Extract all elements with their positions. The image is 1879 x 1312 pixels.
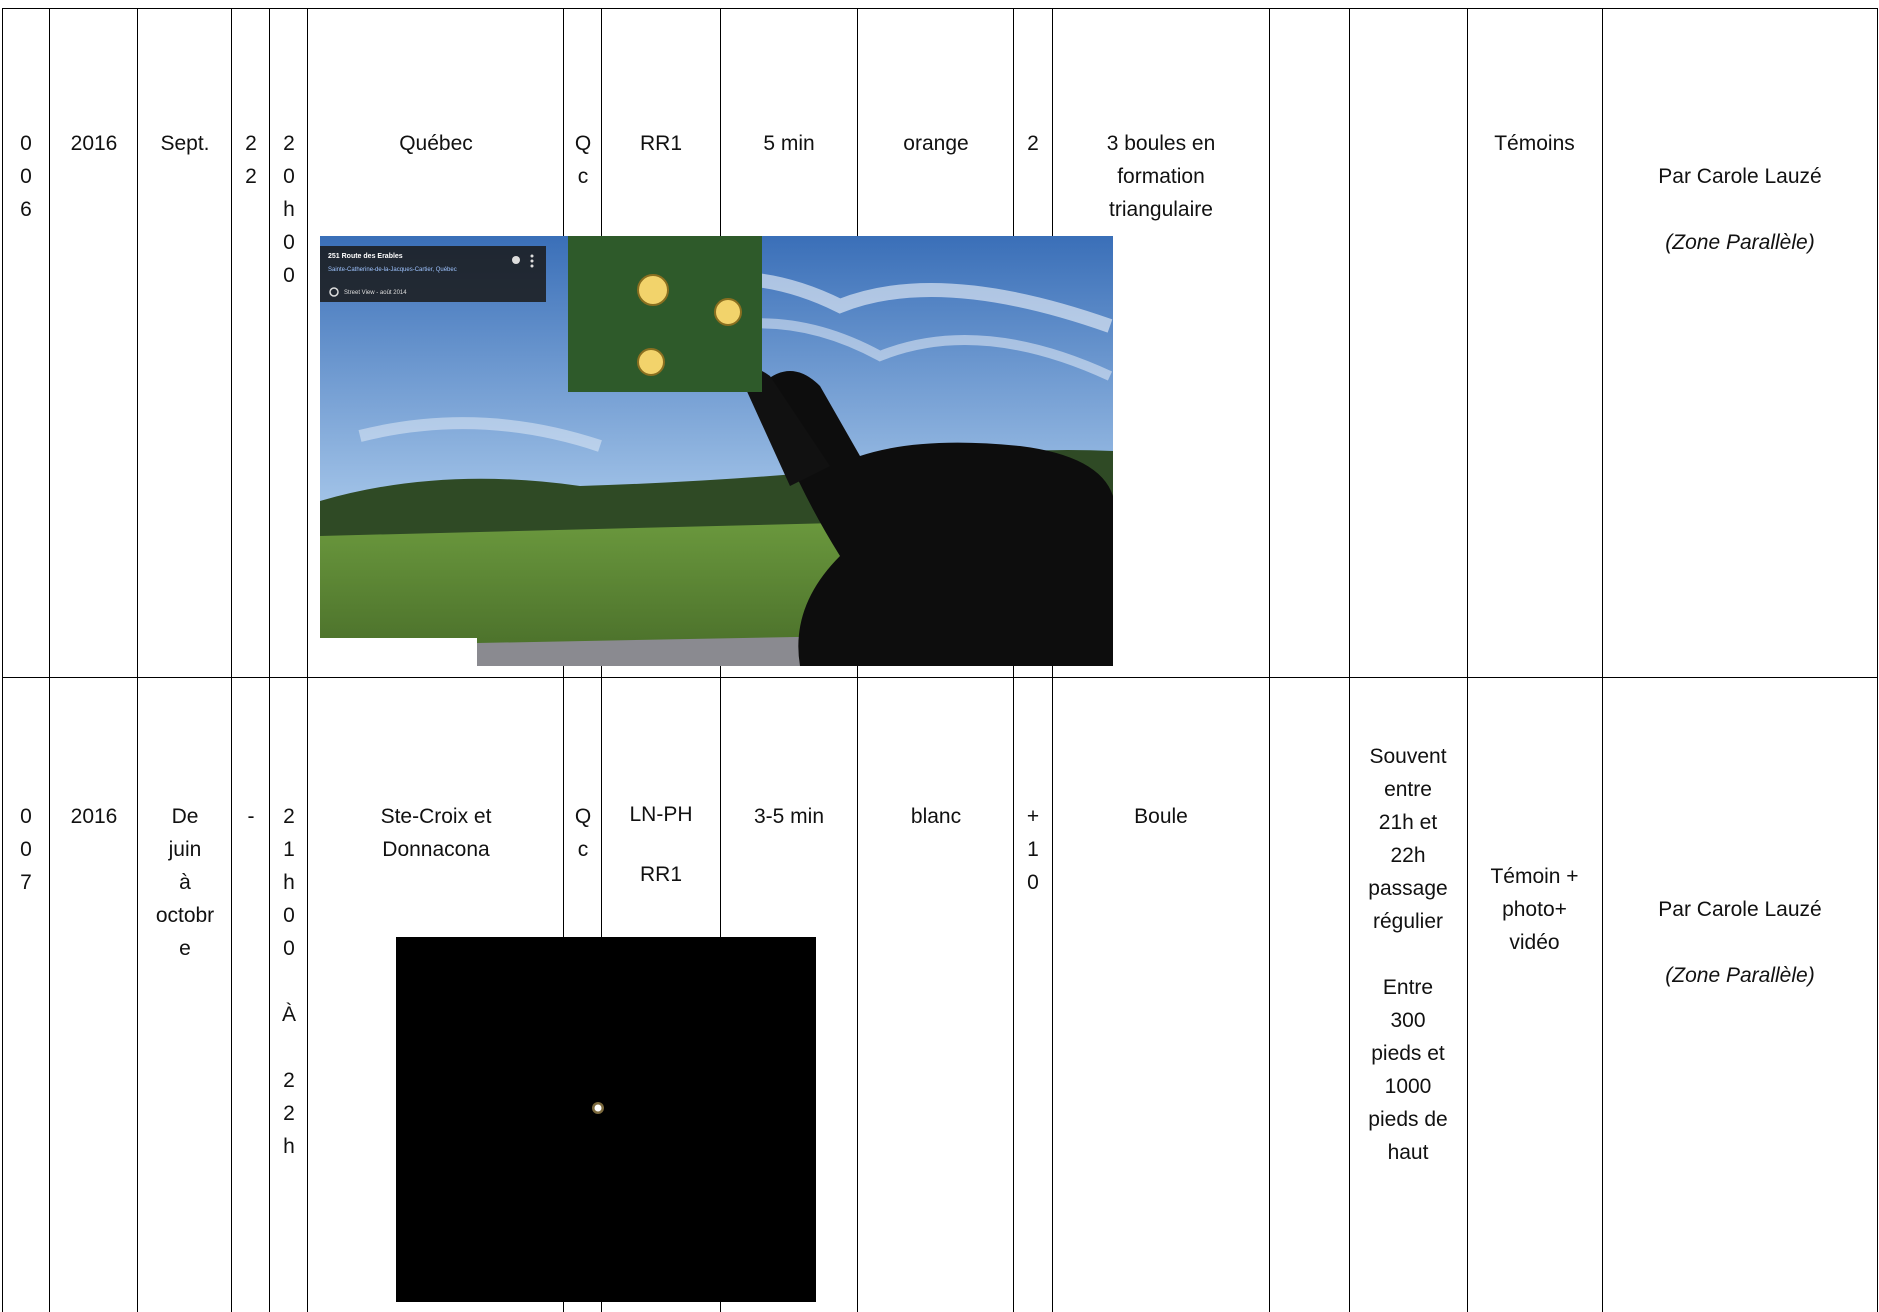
- source-publication: (Zone Parallèle): [1665, 231, 1815, 254]
- code: RR1: [639, 132, 682, 155]
- province: Q c: [574, 805, 592, 861]
- hour: 2 0 h 0 0: [283, 132, 295, 287]
- col-line: [1269, 8, 1270, 1312]
- address-subtitle: Sainte-Catherine-de-la-Jacques-Cartier, …: [328, 267, 457, 273]
- color: blanc: [910, 805, 962, 828]
- row-number: 0 0 7: [20, 805, 32, 894]
- evidence: Témoin + photo+ vidéo: [1490, 865, 1579, 954]
- streetview-label: Street View - août 2014: [344, 290, 407, 296]
- month: De juin à octobr e: [155, 805, 215, 960]
- day: 2 2: [245, 132, 257, 188]
- year: 2016: [70, 805, 118, 828]
- address-title: 251 Route des Erables: [328, 253, 403, 260]
- col-line: [2, 8, 3, 1312]
- evidence: Témoins: [1494, 132, 1575, 155]
- count: + 1 0: [1026, 805, 1040, 894]
- col-line: [1467, 8, 1468, 1312]
- source-author: Par Carole Lauzé: [1658, 898, 1822, 921]
- col-line: [49, 8, 50, 1312]
- day: -: [247, 805, 255, 828]
- color: orange: [903, 132, 969, 155]
- duration: 3-5 min: [753, 805, 825, 828]
- col-line: [1602, 8, 1603, 1312]
- notes: Souvent entre 21h et 22h passage régulie…: [1368, 745, 1448, 1164]
- code: LN-PH RR1: [629, 803, 693, 886]
- hour: 2 1 h 0 0 À 2 2 h: [281, 805, 296, 1158]
- night-sky-photo: [396, 937, 816, 1302]
- duration: 5 min: [763, 132, 815, 155]
- province: Q c: [574, 132, 592, 188]
- source-publication: (Zone Parallèle): [1665, 964, 1815, 987]
- count: 2: [1027, 132, 1039, 155]
- source-author: Par Carole Lauzé: [1658, 165, 1822, 188]
- row-number: 0 0 6: [20, 132, 32, 221]
- top-border: [2, 8, 1877, 9]
- place: Québec: [399, 132, 473, 155]
- shape: Boule: [1134, 805, 1188, 828]
- shape: 3 boules en formation triangulaire: [1106, 132, 1216, 221]
- source: Par Carole Lauzé (Zone Parallèle): [1604, 127, 1876, 259]
- source: Par Carole Lauzé (Zone Parallèle): [1604, 860, 1876, 992]
- col-line: [1877, 8, 1878, 1312]
- place: Ste-Croix et Donnacona: [380, 805, 492, 861]
- col-line: [137, 8, 138, 1312]
- street-view-photo: 251 Route des Erables Sainte-Catherine-d…: [320, 236, 1113, 666]
- month: Sept.: [160, 132, 210, 155]
- year: 2016: [70, 132, 118, 155]
- row-divider: [2, 677, 1877, 678]
- col-line: [231, 8, 232, 1312]
